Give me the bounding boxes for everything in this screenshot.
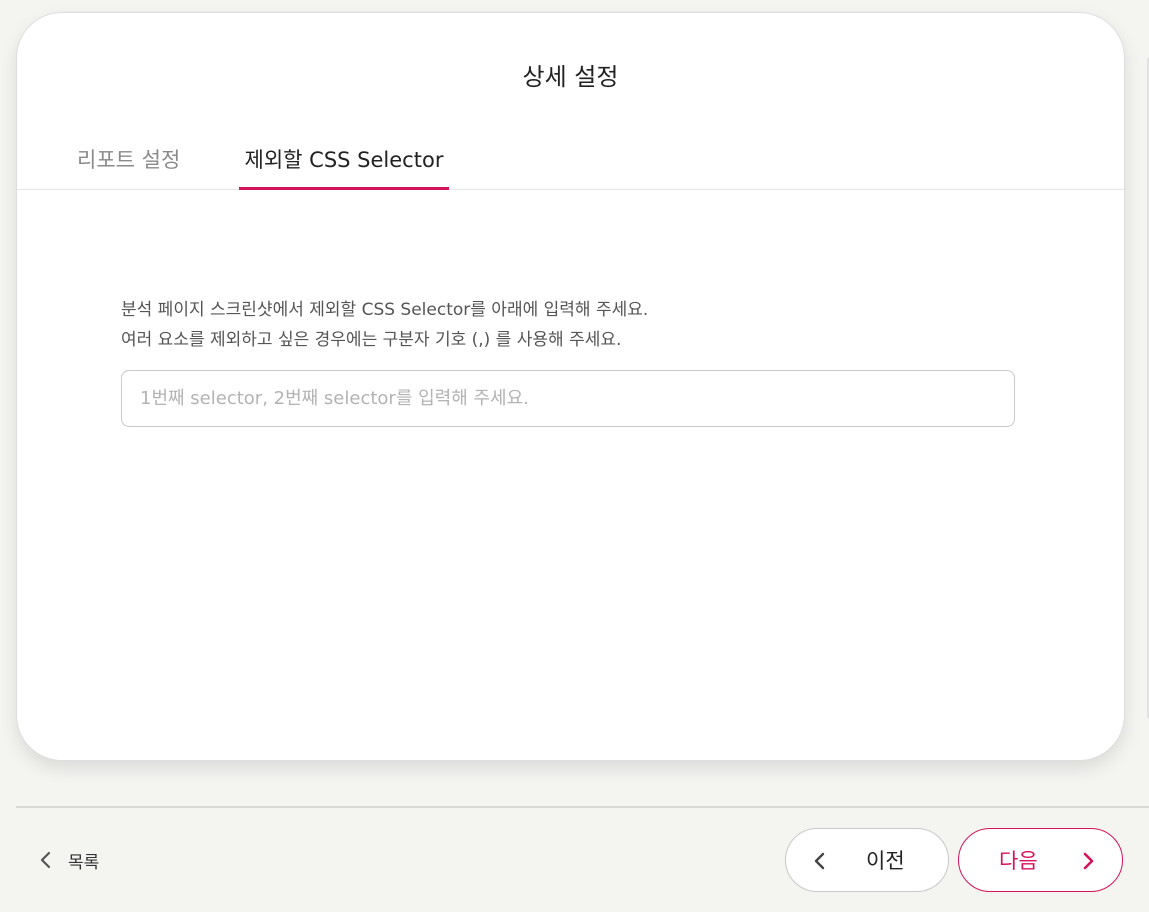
footer-divider: [16, 806, 1149, 808]
previous-button-label: 이전: [866, 849, 905, 873]
dialog-title: 상세 설정: [522, 63, 619, 91]
chevron-left-icon: [814, 852, 825, 870]
instruction-line-1: 분석 페이지 스크린샷에서 제외할 CSS Selector를 아래에 입력해 …: [121, 300, 649, 320]
page: 상세 설정 리포트 설정 제외할 CSS Selector 분석 페이지 스크린…: [0, 0, 1149, 912]
tab-bar: 리포트 설정 제외할 CSS Selector: [17, 141, 1124, 190]
chevron-left-icon: [40, 851, 51, 869]
settings-dialog: 상세 설정 리포트 설정 제외할 CSS Selector 분석 페이지 스크린…: [16, 12, 1125, 761]
list-label: 목록: [68, 852, 100, 873]
selector-input[interactable]: [122, 371, 1014, 426]
instruction-line-2: 여러 요소를 제외하고 싶은 경우에는 구분자 기호 (,) 를 사용해 주세요…: [121, 330, 622, 350]
chevron-right-icon: [1083, 852, 1094, 870]
selector-input-wrapper: [121, 370, 1015, 427]
back-to-list-link[interactable]: 목록: [36, 846, 99, 874]
previous-button[interactable]: 이전: [785, 828, 949, 892]
instructions: 분석 페이지 스크린샷에서 제외할 CSS Selector를 아래에 입력해 …: [121, 295, 648, 355]
next-button[interactable]: 다음: [958, 828, 1123, 892]
tab-exclude-css-selector[interactable]: 제외할 CSS Selector: [239, 141, 449, 190]
next-button-label: 다음: [999, 849, 1038, 873]
tab-report-settings[interactable]: 리포트 설정: [77, 141, 189, 189]
